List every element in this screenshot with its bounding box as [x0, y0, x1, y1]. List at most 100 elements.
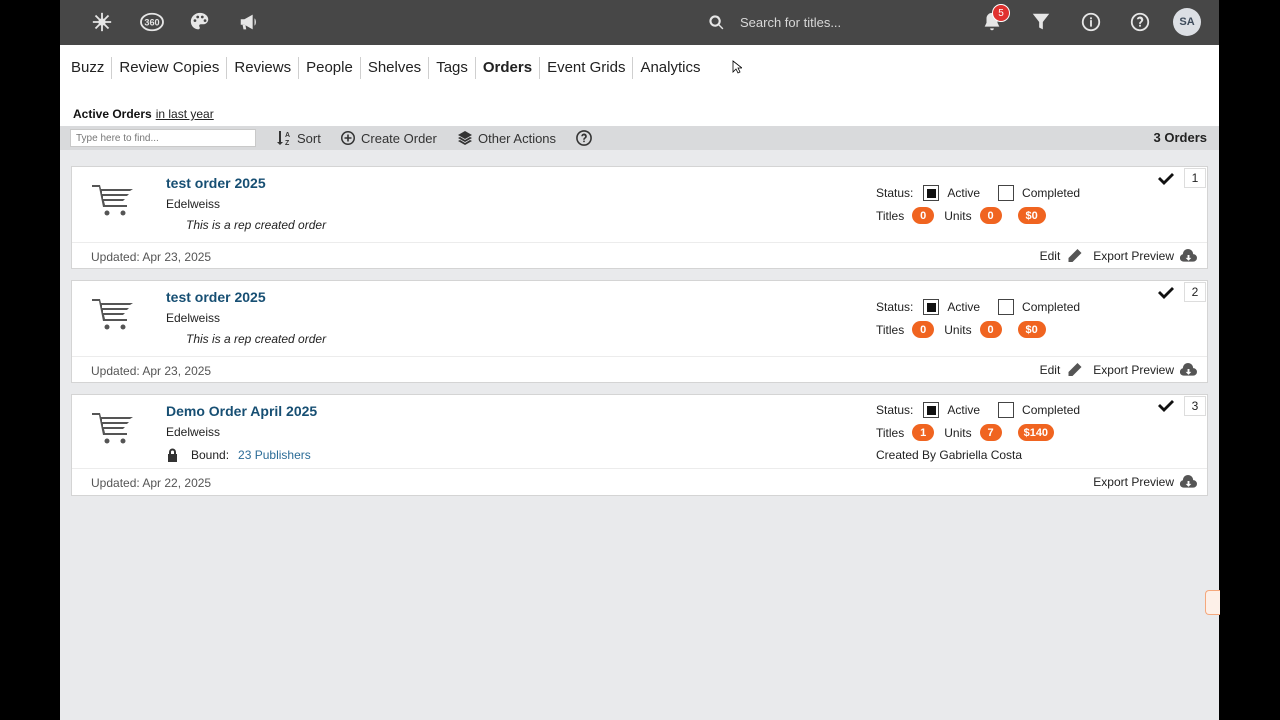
side-panel-tab[interactable]: [1205, 590, 1220, 615]
order-number: 2: [1184, 282, 1206, 302]
order-title[interactable]: test order 2025: [166, 289, 266, 305]
toolbar-help-button[interactable]: [575, 128, 598, 148]
order-description: This is a rep created order: [186, 332, 327, 346]
order-number: 3: [1184, 396, 1206, 416]
plus-circle-icon: [341, 131, 355, 145]
cloud-download-icon: [1180, 249, 1197, 262]
created-by: Created By Gabriella Costa: [876, 448, 1023, 462]
create-order-label: Create Order: [361, 130, 437, 146]
export-preview-button[interactable]: Export Preview: [1093, 474, 1197, 490]
completed-label: Completed: [1022, 403, 1081, 417]
card-actions: Export Preview: [1083, 474, 1197, 490]
date-range-link[interactable]: in last year: [156, 107, 214, 121]
search-icon[interactable]: [708, 14, 725, 31]
notification-count-badge: 5: [992, 4, 1010, 22]
nav-item-orders[interactable]: Orders: [476, 56, 541, 79]
order-card: Demo Order April 2025 Edelweiss Bound: 2…: [71, 394, 1208, 496]
other-actions-button[interactable]: Other Actions: [457, 128, 556, 148]
export-preview-label: Export Preview: [1093, 475, 1174, 489]
cart-icon: [90, 409, 136, 445]
check-icon[interactable]: [1157, 285, 1175, 301]
units-count-badge: 0: [979, 207, 1002, 224]
orders-toolbar: AZ Sort Create Order Other Actions 3 Ord…: [60, 126, 1219, 150]
completed-checkbox[interactable]: [998, 185, 1015, 201]
nav-item-buzz[interactable]: Buzz: [64, 56, 113, 79]
nav-item-event-grids[interactable]: Event Grids: [540, 56, 634, 79]
order-title[interactable]: Demo Order April 2025: [166, 403, 317, 419]
status-row: Status: Active Completed: [876, 299, 1080, 315]
export-preview-label: Export Preview: [1093, 363, 1174, 377]
360-icon[interactable]: 360: [138, 10, 166, 34]
app-window: 360 5 SA Buzz Review Copies Reviews: [60, 0, 1219, 720]
edit-button[interactable]: Edit: [1040, 248, 1084, 264]
nav-item-reviews[interactable]: Reviews: [227, 56, 300, 79]
svg-text:Z: Z: [285, 140, 290, 146]
counts-row: Titles 1 Units 7 $140: [876, 424, 1064, 441]
units-label: Units: [944, 208, 972, 223]
counts-row: Titles 0 Units 0 $0: [876, 321, 1056, 338]
edit-label: Edit: [1039, 363, 1061, 377]
status-label: Status:: [876, 300, 914, 314]
main-nav: Buzz Review Copies Reviews People Shelve…: [60, 45, 1219, 90]
nav-item-analytics[interactable]: Analytics: [633, 57, 707, 79]
nav-item-shelves[interactable]: Shelves: [361, 56, 430, 79]
sort-button[interactable]: AZ Sort: [276, 128, 321, 148]
order-organization: Edelweiss: [166, 197, 221, 211]
360-icon-label: 360: [144, 18, 159, 28]
card-actions: Edit Export Preview: [1030, 362, 1197, 378]
cart-icon: [90, 295, 136, 331]
active-label: Active: [947, 403, 981, 417]
updated-date: Updated: Apr 23, 2025: [91, 250, 212, 264]
avatar[interactable]: SA: [1173, 8, 1201, 36]
active-checkbox[interactable]: [923, 402, 940, 418]
page-title: Active Orders in last year: [73, 107, 214, 121]
page-title-text: Active Orders: [73, 107, 152, 121]
export-preview-button[interactable]: Export Preview: [1093, 362, 1197, 378]
titles-label: Titles: [876, 322, 905, 337]
titles-count-badge: 1: [912, 424, 935, 441]
export-preview-label: Export Preview: [1093, 249, 1174, 263]
edit-label: Edit: [1039, 249, 1061, 263]
info-icon[interactable]: [1079, 10, 1103, 34]
sort-label: Sort: [297, 130, 321, 146]
completed-checkbox[interactable]: [998, 402, 1015, 418]
order-organization: Edelweiss: [166, 311, 221, 325]
svg-text:A: A: [285, 132, 290, 139]
cart-icon: [90, 181, 136, 217]
cloud-download-icon: [1180, 363, 1197, 376]
help-icon[interactable]: [1128, 10, 1152, 34]
edit-button[interactable]: Edit: [1040, 362, 1084, 378]
card-divider: [72, 242, 1207, 243]
search-bar: [708, 10, 940, 34]
units-label: Units: [944, 322, 972, 337]
nav-item-tags[interactable]: Tags: [429, 56, 476, 79]
export-preview-button[interactable]: Export Preview: [1093, 248, 1197, 264]
top-bar: 360 5 SA: [60, 0, 1219, 45]
nav-item-people[interactable]: People: [299, 56, 361, 79]
find-input[interactable]: [70, 129, 256, 147]
active-checkbox[interactable]: [923, 299, 940, 315]
header-area: [60, 90, 1219, 126]
search-input[interactable]: [740, 14, 940, 30]
snowflake-icon[interactable]: [90, 10, 114, 34]
nav-item-review-copies[interactable]: Review Copies: [112, 56, 228, 79]
active-checkbox[interactable]: [923, 185, 940, 201]
bound-publishers-link[interactable]: 23 Publishers: [238, 448, 311, 462]
sort-icon: AZ: [277, 131, 290, 146]
create-order-button[interactable]: Create Order: [340, 128, 437, 148]
megaphone-icon[interactable]: [237, 10, 261, 34]
palette-icon[interactable]: [188, 10, 212, 34]
check-icon[interactable]: [1157, 171, 1175, 187]
filter-icon[interactable]: [1029, 10, 1053, 34]
completed-label: Completed: [1022, 300, 1081, 314]
check-icon[interactable]: [1157, 398, 1175, 414]
titles-count-badge: 0: [912, 207, 935, 224]
other-actions-label: Other Actions: [478, 130, 557, 146]
units-label: Units: [944, 425, 972, 440]
completed-checkbox[interactable]: [998, 299, 1015, 315]
units-count-badge: 0: [979, 321, 1002, 338]
amount-badge: $0: [1017, 321, 1046, 338]
order-title[interactable]: test order 2025: [166, 175, 266, 191]
status-row: Status: Active Completed: [876, 185, 1080, 201]
titles-label: Titles: [876, 425, 905, 440]
